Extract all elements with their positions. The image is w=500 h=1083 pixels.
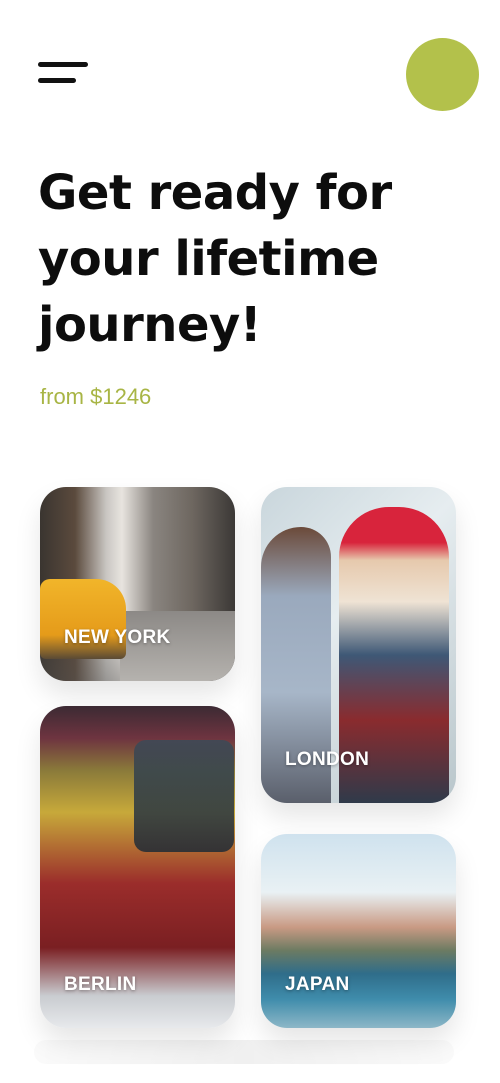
price-text: from $1246 [40, 384, 152, 409]
title-line-3: journey! [38, 297, 262, 353]
title-line-1: Get ready for [38, 165, 392, 221]
tram-window-graphic [134, 740, 234, 852]
menu-icon[interactable] [38, 60, 90, 88]
new-york-photo [40, 487, 235, 681]
avatar[interactable] [406, 38, 479, 111]
destination-label: NEW YORK [64, 627, 171, 648]
japan-photo [261, 834, 456, 1028]
destination-card-london[interactable]: LONDON [261, 487, 456, 803]
menu-bar-bottom [38, 78, 76, 83]
menu-bar-top [38, 62, 88, 67]
title-line-2: your lifetime [38, 231, 379, 287]
destination-label: LONDON [285, 749, 370, 770]
destination-card-berlin[interactable]: BERLIN [40, 706, 235, 1028]
page-title: Get ready for your lifetime journey! [38, 160, 478, 358]
destination-card-new-york[interactable]: NEW YORK [40, 487, 235, 681]
destination-label: BERLIN [64, 974, 137, 995]
destination-card-japan[interactable]: JAPAN [261, 834, 456, 1028]
destination-label: JAPAN [285, 974, 350, 995]
bottom-shadow [34, 1040, 454, 1064]
